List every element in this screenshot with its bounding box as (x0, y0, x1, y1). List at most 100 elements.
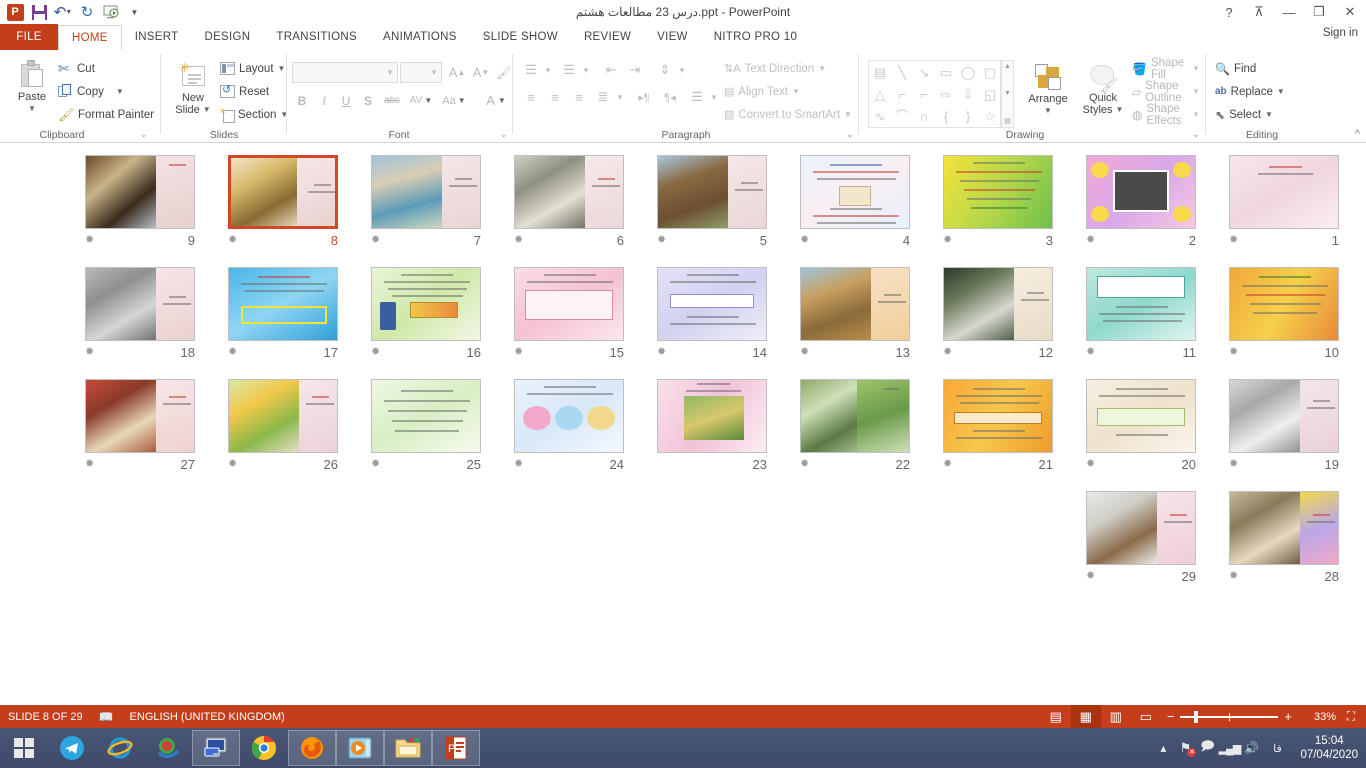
slide-animation-star-icon[interactable]: ✸ (85, 459, 94, 470)
oval-shape-icon[interactable]: ◯ (961, 66, 976, 79)
replace-button[interactable]: ab Replace ▼ (1215, 81, 1285, 102)
customize-qat-icon[interactable]: ▼ (124, 2, 146, 22)
slide-thumbnail-image[interactable] (228, 155, 338, 229)
slide-thumbnail-22[interactable]: ✸22 (800, 379, 910, 472)
shape-outline-button[interactable]: ▱ Shape Outline ▼ (1132, 81, 1200, 102)
gallery-scroll-up-icon[interactable]: ▲ (1004, 63, 1011, 70)
arrange-button[interactable]: Arrange ▼ (1020, 64, 1076, 117)
select-button[interactable]: ⬉ Select ▼ (1215, 104, 1273, 125)
increase-indent-button[interactable]: ⇥ (624, 60, 646, 80)
tab-slide-show[interactable]: SLIDE SHOW (470, 24, 571, 50)
slide-thumbnail-image[interactable] (371, 379, 481, 453)
slide-thumbnail-image[interactable] (1229, 379, 1339, 453)
arrange-dropdown-caret[interactable]: ▼ (1044, 105, 1052, 117)
tab-insert[interactable]: INSERT (122, 24, 192, 50)
start-button[interactable] (0, 728, 48, 768)
slide-thumbnail-9[interactable]: ✸9 (85, 155, 195, 248)
slide-animation-star-icon[interactable]: ✸ (85, 347, 94, 358)
justify-button[interactable]: ≣ (592, 87, 614, 107)
slide-thumbnail-27[interactable]: ✸27 (85, 379, 195, 472)
font-name-input[interactable]: ▼ (292, 62, 398, 83)
show-hidden-icons-icon[interactable]: ▴ (1152, 741, 1174, 755)
slide-thumbnail-image[interactable] (1086, 491, 1196, 565)
line-spacing-button[interactable]: ⇕ (654, 60, 676, 80)
zoom-slider[interactable]: − + (1161, 709, 1298, 724)
slide-animation-star-icon[interactable]: ✸ (1229, 347, 1238, 358)
help-icon[interactable]: ? (1214, 0, 1244, 24)
slide-thumbnail-image[interactable] (800, 379, 910, 453)
clipboard-dialog-launcher[interactable]: ⌄ (140, 129, 148, 140)
reading-view-button[interactable]: ▥ (1101, 705, 1131, 728)
slide-thumbnail-image[interactable] (514, 155, 624, 229)
network-error-icon[interactable]: ⚑ ✕ (1174, 740, 1196, 756)
star-shape-icon[interactable]: ☆ (984, 110, 996, 123)
slide-animation-star-icon[interactable]: ✸ (1086, 571, 1095, 582)
text-direction-button[interactable]: ⇅A Text Direction ▼ (724, 58, 826, 79)
copy-button[interactable]: Copy ▼ (58, 81, 124, 102)
clear-formatting-button[interactable]: 🖌 (494, 62, 514, 83)
numbering-dropdown-caret[interactable]: ▼ (580, 60, 592, 80)
redo-icon[interactable]: ↻ (76, 2, 98, 22)
slide-thumbnail-11[interactable]: ✸11 (1086, 267, 1196, 360)
slide-thumbnail-image[interactable] (371, 155, 481, 229)
slide-animation-star-icon[interactable]: ✸ (85, 235, 94, 246)
slide-thumbnail-image[interactable] (943, 267, 1053, 341)
shape-fill-button[interactable]: 🪣 Shape Fill ▼ (1132, 58, 1200, 79)
slide-thumbnail-image[interactable] (800, 155, 910, 229)
slide-thumbnail-4[interactable]: ✸4 (800, 155, 910, 248)
columns-dropdown-caret[interactable]: ▼ (708, 87, 720, 107)
slide-thumbnail-15[interactable]: ✸15 (514, 267, 624, 360)
scribble-shape-icon[interactable]: ∿ (875, 110, 886, 123)
slide-thumbnail-image[interactable] (943, 155, 1053, 229)
firefox-icon[interactable] (288, 730, 336, 766)
slide-sorter-view-button[interactable]: ▦ (1071, 705, 1101, 728)
slide-thumbnail-29[interactable]: ✸29 (1086, 491, 1196, 584)
strikethrough-button[interactable]: abc (380, 90, 404, 111)
align-right-button[interactable]: ≡ (568, 87, 590, 107)
section-button[interactable]: Section ▼ (220, 104, 288, 125)
slide-thumbnail-3[interactable]: ✸3 (943, 155, 1053, 248)
gallery-scroll-down-icon[interactable]: ▼ (1004, 90, 1011, 97)
slide-animation-star-icon[interactable]: ✸ (943, 235, 952, 246)
paragraph-dialog-launcher[interactable]: ⌄ (846, 129, 854, 140)
tab-view[interactable]: VIEW (644, 24, 701, 50)
slide-thumbnail-image[interactable] (228, 379, 338, 453)
rtl-direction-button[interactable]: ¶◂ (658, 87, 682, 107)
slide-animation-star-icon[interactable]: ✸ (943, 459, 952, 470)
bullets-button[interactable]: ☰ (520, 60, 542, 80)
slide-thumbnail-16[interactable]: ✸16 (371, 267, 481, 360)
cut-button[interactable]: ✄ Cut (58, 58, 95, 79)
new-slide-dropdown-caret[interactable]: ▼ (203, 104, 211, 116)
slide-thumbnail-2[interactable]: ✸2 (1086, 155, 1196, 248)
slide-thumbnail-20[interactable]: ✸20 (1086, 379, 1196, 472)
tab-file[interactable]: FILE (0, 24, 58, 50)
slide-thumbnail-25[interactable]: ✸25 (371, 379, 481, 472)
change-case-button[interactable]: Aa▼ (438, 90, 470, 111)
zoom-out-button[interactable]: − (1167, 709, 1175, 724)
right-arrow-shape-icon[interactable]: ⇨ (941, 88, 952, 101)
slide-thumbnail-image[interactable] (1229, 267, 1339, 341)
slideshow-view-button[interactable]: ▭ (1131, 705, 1161, 728)
paste-dropdown-caret[interactable]: ▼ (28, 103, 36, 115)
slide-thumbnail-image[interactable] (371, 267, 481, 341)
language-indicator[interactable]: ENGLISH (UNITED KINGDOM) (122, 705, 293, 728)
slide-thumbnail-12[interactable]: ✸12 (943, 267, 1053, 360)
slide-thumbnail-17[interactable]: ✸17 (228, 267, 338, 360)
slide-thumbnail-image[interactable] (1086, 379, 1196, 453)
slide-animation-star-icon[interactable]: ✸ (371, 235, 380, 246)
slide-thumbnail-14[interactable]: ✸14 (657, 267, 767, 360)
minimize-button[interactable]: — (1274, 0, 1304, 24)
slide-animation-star-icon[interactable]: ✸ (943, 347, 952, 358)
slide-counter[interactable]: SLIDE 8 OF 29 (0, 705, 91, 728)
slide-thumbnail-image[interactable] (657, 267, 767, 341)
slide-thumbnail-image[interactable] (514, 379, 624, 453)
copy-dropdown-caret[interactable]: ▼ (116, 87, 124, 96)
slide-thumbnail-image[interactable] (514, 267, 624, 341)
save-icon[interactable] (28, 2, 50, 22)
underline-button[interactable]: U (336, 90, 356, 111)
slide-thumbnail-21[interactable]: ✸21 (943, 379, 1053, 472)
slide-animation-star-icon[interactable]: ✸ (371, 459, 380, 470)
decrease-indent-button[interactable]: ⇤ (600, 60, 622, 80)
slide-animation-star-icon[interactable]: ✸ (514, 235, 523, 246)
file-explorer-icon[interactable] (384, 730, 432, 766)
